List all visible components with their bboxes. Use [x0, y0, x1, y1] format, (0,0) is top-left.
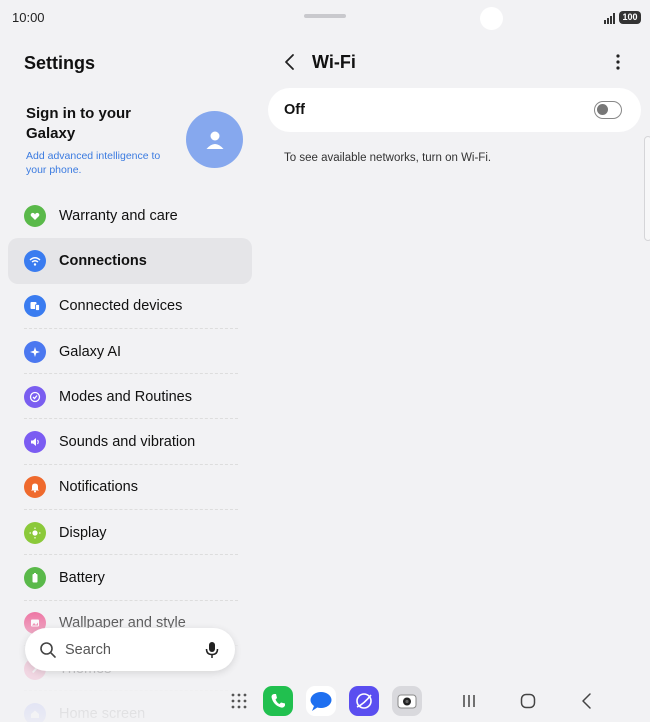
phone-app-icon[interactable] — [263, 686, 293, 716]
battery-icon — [24, 567, 46, 590]
signal-icon — [604, 13, 615, 24]
settings-title: Settings — [24, 53, 96, 73]
wifi-switch[interactable] — [594, 101, 622, 119]
sidebar-item-label: Battery — [59, 570, 105, 587]
camera-app-icon[interactable] — [392, 686, 422, 716]
wifi-header: Wi-Fi — [270, 44, 640, 80]
sidebar-item-label: Sounds and vibration — [59, 434, 196, 451]
page-title: Wi-Fi — [312, 52, 356, 72]
sparkle-icon — [24, 340, 46, 363]
battery-indicator: 100 — [619, 11, 641, 24]
sidebar-item-battery[interactable]: Battery — [8, 555, 252, 601]
avatar[interactable] — [186, 111, 243, 168]
sidebar-item-label: Warranty and care — [59, 207, 178, 224]
camera-cutout — [480, 7, 503, 30]
sidebar-item-label: Modes and Routines — [59, 388, 192, 405]
sidebar-item-connections[interactable]: Connections — [8, 238, 252, 284]
devices-icon — [24, 295, 46, 318]
account-card[interactable]: Sign in to your Galaxy Add advanced inte… — [10, 96, 250, 188]
wifi-state-label: Off — [284, 102, 305, 118]
speaker-icon — [24, 431, 46, 454]
sidebar-item-notifications[interactable]: Notifications — [8, 465, 252, 511]
sidebar-item-warranty-and-care[interactable]: Warranty and care — [8, 193, 252, 238]
switch-knob — [597, 104, 608, 115]
check-circle-icon — [24, 385, 46, 408]
edge-panel-handle[interactable] — [644, 136, 650, 241]
search-icon — [40, 641, 56, 658]
messages-app-icon[interactable] — [306, 686, 336, 716]
sun-icon — [24, 521, 46, 544]
status-bar: 10:00 100 — [0, 0, 650, 36]
apps-grid-icon[interactable] — [225, 686, 253, 716]
back-icon[interactable] — [280, 52, 300, 72]
wifi-toggle-row[interactable]: Off — [268, 88, 641, 132]
taskbar-dock — [225, 684, 435, 718]
sidebar-item-label: Connections — [59, 252, 147, 269]
search-bar[interactable]: Search — [25, 628, 235, 671]
mic-icon[interactable] — [205, 641, 219, 659]
status-time: 10:00 — [12, 10, 45, 25]
sidebar-item-galaxy-ai[interactable]: Galaxy AI — [8, 329, 252, 375]
recent-apps-icon[interactable] — [458, 692, 480, 710]
sidebar-item-label: Notifications — [59, 479, 138, 496]
drag-handle[interactable] — [304, 14, 346, 18]
bell-icon — [24, 476, 46, 499]
wifi-hint-text: To see available networks, turn on Wi-Fi… — [284, 152, 492, 164]
account-subtitle: Add advanced intelligence to your phone. — [26, 150, 161, 176]
sidebar-item-sounds-and-vibration[interactable]: Sounds and vibration — [8, 419, 252, 465]
search-input[interactable]: Search — [65, 642, 205, 658]
person-icon — [206, 131, 223, 149]
sidebar-item-label: Galaxy AI — [59, 343, 122, 360]
sidebar-item-label: Connected devices — [59, 298, 183, 315]
more-options-icon[interactable] — [610, 52, 626, 72]
heart-shield-icon — [24, 204, 46, 227]
sidebar-item-modes-and-routines[interactable]: Modes and Routines — [8, 374, 252, 420]
nav-back-icon[interactable] — [576, 692, 598, 710]
wifi-icon — [24, 249, 46, 272]
home-button-icon[interactable] — [517, 692, 539, 710]
sidebar-item-display[interactable]: Display — [8, 510, 252, 556]
internet-app-icon[interactable] — [349, 686, 379, 716]
sidebar-item-label: Display — [59, 524, 107, 541]
account-title: Sign in to your Galaxy — [26, 105, 131, 142]
sidebar-item-connected-devices[interactable]: Connected devices — [8, 284, 252, 329]
